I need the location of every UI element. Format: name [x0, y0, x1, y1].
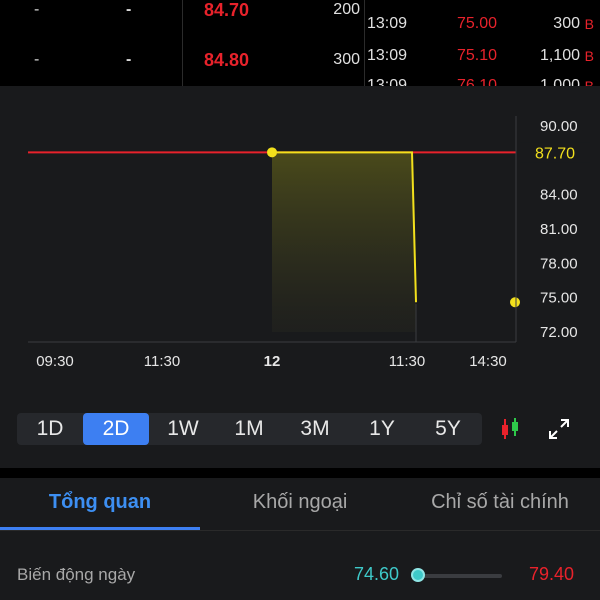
reference-price-label: 87.70: [535, 145, 575, 162]
day-range-track: [420, 574, 502, 578]
trade-volume: 1,000: [539, 77, 580, 86]
y-tick-label: 81.00: [540, 221, 578, 238]
day-range-label: Biến động ngày: [17, 565, 136, 584]
y-tick-label: 72.00: [540, 324, 578, 341]
bid-col1: -: [34, 1, 40, 18]
y-tick-label: 84.00: [540, 187, 578, 204]
y-tick-label: 75.00: [540, 290, 578, 307]
range-option-2d[interactable]: 2D: [83, 413, 149, 445]
range-option-3m[interactable]: 3M: [282, 413, 348, 445]
bid-col2: -: [126, 51, 132, 68]
tab-foreign-flow[interactable]: Khối ngoại: [200, 478, 400, 530]
range-option-1m[interactable]: 1M: [216, 413, 282, 445]
trade-volume: 300: [553, 15, 580, 32]
expand-icon[interactable]: [548, 418, 570, 440]
price-chart[interactable]: 90.00 84.00 81.00 78.00 75.00 72.00 87.70 09:3…: [0, 86, 600, 386]
trade-price: 75.10: [457, 47, 498, 64]
trade-volume: 1,100: [539, 47, 580, 64]
series-start-point: [267, 147, 277, 158]
x-tick-label: 14:30: [469, 353, 507, 370]
trade-row: 13:09 76.10 1,000 B: [365, 72, 600, 86]
day-high-value: 79.40: [529, 564, 575, 584]
range-option-1w[interactable]: 1W: [150, 413, 216, 445]
candlestick-icon[interactable]: [497, 416, 523, 442]
day-range-section: Biến động ngày 74.60 79.40: [0, 531, 600, 600]
trade-time: 13:09: [367, 77, 408, 86]
plot-area: [28, 147, 520, 332]
trade-row: 13:09 75.10 1,100 B: [365, 42, 600, 70]
x-tick-label: 09:30: [36, 353, 74, 370]
trade-price: 75.00: [457, 15, 498, 32]
trade-side: B: [584, 48, 594, 64]
trade-side: B: [584, 78, 594, 86]
tab-bar: Tổng quan Khối ngoại Chỉ số tài chính: [0, 478, 600, 530]
tab-financial-ratios[interactable]: Chỉ số tài chính: [400, 478, 600, 530]
x-tick-label: 11:30: [144, 353, 180, 370]
bid-col1: -: [34, 51, 40, 68]
trade-time: 13:09: [367, 47, 408, 64]
trade-list: 13:09 75.00 300 B 13:09 75.10 1,100 B 13…: [365, 0, 600, 86]
time-range-selector: 1D 2D 1W 1M 3M 1Y 5Y: [17, 413, 482, 445]
tab-overview[interactable]: Tổng quan: [0, 478, 200, 530]
day-range-marker: [411, 568, 425, 582]
trade-time: 13:09: [367, 15, 408, 32]
y-tick-label: 90.00: [540, 118, 578, 135]
x-tick-label: 12: [264, 353, 281, 370]
column-divider: [182, 0, 183, 86]
range-option-1y[interactable]: 1Y: [349, 413, 415, 445]
day-low-value: 74.60: [354, 564, 400, 584]
last-price-point: [510, 297, 520, 308]
x-tick-label: 11:30: [389, 353, 425, 370]
price-chart-panel: 90.00 84.00 81.00 78.00 75.00 72.00 87.70 09:3…: [0, 86, 600, 468]
trade-side: B: [584, 16, 594, 32]
y-tick-label: 78.00: [540, 255, 578, 272]
bid-col2: -: [126, 1, 132, 18]
trade-price: 76.10: [457, 77, 498, 86]
bid-volume: 300: [333, 51, 360, 68]
y-axis: 90.00 84.00 81.00 78.00 75.00 72.00 87.70: [515, 116, 590, 342]
range-option-1d[interactable]: 1D: [17, 413, 83, 445]
bid-price: 84.70: [204, 0, 250, 20]
order-book: - - 84.70 200 - - 84.80 300 13:09 75.00 …: [0, 0, 600, 86]
trade-row: 13:09 75.00 300 B: [365, 10, 600, 38]
bid-volume: 200: [333, 1, 360, 18]
range-option-5y[interactable]: 5Y: [415, 413, 481, 445]
price-area-fill: [272, 152, 416, 332]
bid-price: 84.80: [204, 50, 250, 70]
